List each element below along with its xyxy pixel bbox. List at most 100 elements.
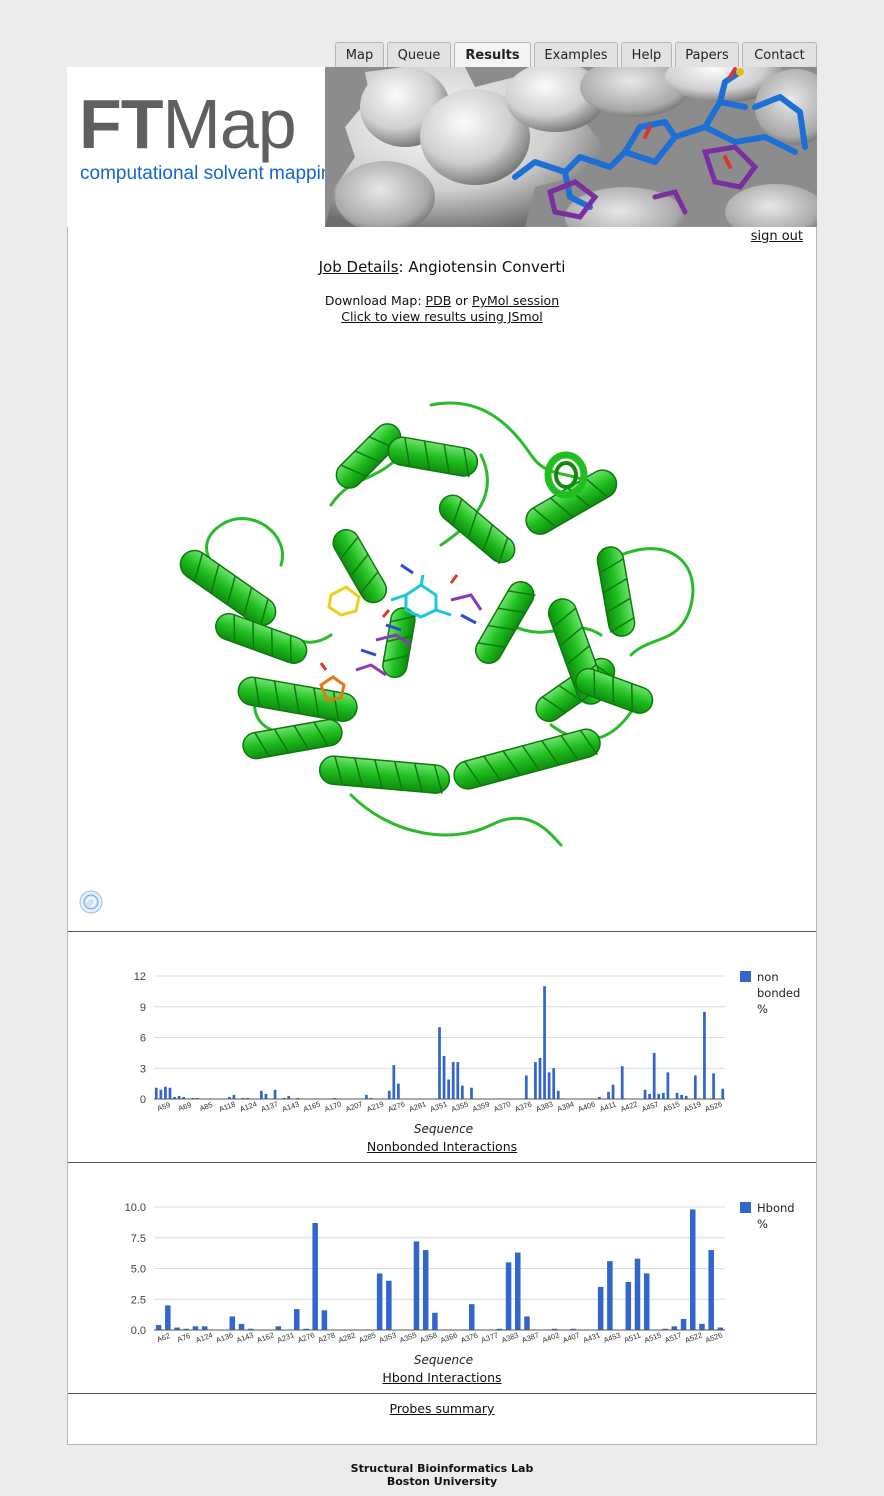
bar [259, 1090, 263, 1099]
hbond-interactions-link[interactable]: Hbond Interactions [382, 1370, 501, 1385]
bar [611, 1084, 615, 1099]
x-tick-label: A526 [704, 1330, 724, 1344]
bar [321, 1310, 328, 1330]
tab-map[interactable]: Map [335, 42, 384, 68]
bar [643, 1273, 650, 1330]
x-tick-label: A207 [344, 1099, 364, 1113]
x-tick-label: A522 [684, 1330, 704, 1344]
bar [675, 1092, 679, 1099]
x-tick-label: A85 [198, 1100, 214, 1113]
x-tick-label: A351 [429, 1099, 449, 1113]
probes-summary-link[interactable]: Probes summary [390, 1401, 495, 1416]
bar [192, 1326, 199, 1330]
y-tick-label: 12 [134, 971, 146, 983]
bar [275, 1326, 282, 1330]
x-tick-label: A457 [640, 1099, 660, 1113]
download-pdb-link[interactable]: PDB [426, 293, 452, 308]
x-tick-label: A165 [302, 1099, 322, 1113]
tab-help[interactable]: Help [621, 42, 672, 68]
bar [524, 1075, 528, 1099]
x-tick-label: A526 [704, 1099, 724, 1113]
bar [154, 1087, 158, 1099]
tab-results[interactable]: Results [454, 42, 531, 68]
tab-contact[interactable]: Contact [742, 42, 817, 68]
bar [721, 1088, 725, 1099]
logo-bold-text: FT [79, 85, 164, 163]
job-name: Angiotensin Converti [408, 258, 566, 276]
bar [155, 1325, 162, 1330]
bar [293, 1309, 300, 1330]
x-tick-label: A406 [577, 1099, 597, 1113]
x-tick-label: A276 [387, 1099, 407, 1113]
bar [432, 1312, 438, 1330]
bar [620, 1066, 624, 1099]
bar [397, 1083, 400, 1099]
bar [438, 1027, 441, 1099]
job-details-link[interactable]: Job Details [319, 258, 399, 276]
x-tick-label: A422 [619, 1099, 639, 1113]
sign-out-link[interactable]: sign out [751, 229, 803, 244]
x-tick-label: A387 [521, 1330, 541, 1344]
bar [634, 1258, 641, 1330]
legend-label: bonded [757, 986, 800, 1000]
footer: Structural Bioinformatics Lab Boston Uni… [0, 1462, 884, 1488]
bar [547, 1072, 551, 1099]
bar [699, 1323, 705, 1330]
download-or: or [455, 293, 469, 308]
y-tick-label: 6 [140, 1033, 146, 1045]
x-tick-label: A383 [500, 1330, 520, 1344]
x-tick-label: A143 [235, 1330, 255, 1344]
x-tick-label: A118 [218, 1100, 237, 1114]
bar [159, 1089, 163, 1099]
view-jsmol-link[interactable]: Click to view results using JSmol [341, 309, 543, 324]
x-tick-label: A124 [239, 1099, 259, 1113]
bar [456, 1062, 460, 1099]
nonbonded-interactions-link[interactable]: Nonbonded Interactions [367, 1139, 517, 1154]
x-tick-label: A170 [323, 1099, 343, 1113]
y-tick-label: 3 [140, 1063, 146, 1075]
x-tick-label: A285 [357, 1330, 377, 1344]
x-tick-label: A353 [378, 1330, 398, 1344]
x-axis-label: Sequence [414, 1353, 473, 1367]
x-tick-label: A517 [663, 1330, 683, 1344]
footer-university: Boston University [386, 1475, 498, 1488]
protein-structure-image [179, 401, 695, 847]
x-tick-label: A219 [365, 1099, 385, 1113]
legend-label: Hbond [757, 1201, 795, 1215]
bar [392, 1065, 396, 1099]
y-tick-label: 10.0 [125, 1202, 146, 1214]
bar [229, 1316, 236, 1330]
x-tick-label: A376 [513, 1099, 533, 1113]
x-tick-label: A431 [582, 1330, 602, 1344]
refresh-icon[interactable] [79, 890, 103, 914]
bar [607, 1091, 610, 1099]
download-pymol-link[interactable]: PyMol session [472, 293, 559, 308]
bar [625, 1282, 632, 1330]
bar [447, 1079, 451, 1099]
bar [376, 1273, 383, 1330]
bar [607, 1261, 613, 1330]
bar [556, 1090, 560, 1099]
x-tick-label: A515 [643, 1330, 663, 1344]
bar [451, 1062, 455, 1099]
bar [538, 1058, 542, 1099]
x-tick-label: A377 [480, 1330, 500, 1344]
bar [648, 1093, 651, 1099]
x-tick-label: A137 [260, 1099, 280, 1113]
x-tick-label: A124 [194, 1330, 214, 1344]
x-tick-label: A76 [176, 1331, 192, 1344]
tab-papers[interactable]: Papers [675, 42, 739, 68]
tab-queue[interactable]: Queue [387, 42, 451, 68]
x-tick-label: A143 [281, 1099, 301, 1113]
x-tick-label: A358 [419, 1330, 439, 1344]
molecular-surface-image [325, 67, 817, 227]
bar [460, 1085, 464, 1099]
download-prefix: Download Map: [324, 293, 422, 308]
bar [643, 1089, 647, 1099]
bar [413, 1241, 420, 1330]
bar [671, 1326, 678, 1330]
bar [386, 1280, 392, 1330]
y-tick-label: 0 [140, 1094, 146, 1106]
tab-examples[interactable]: Examples [534, 42, 618, 68]
bar [652, 1052, 656, 1099]
